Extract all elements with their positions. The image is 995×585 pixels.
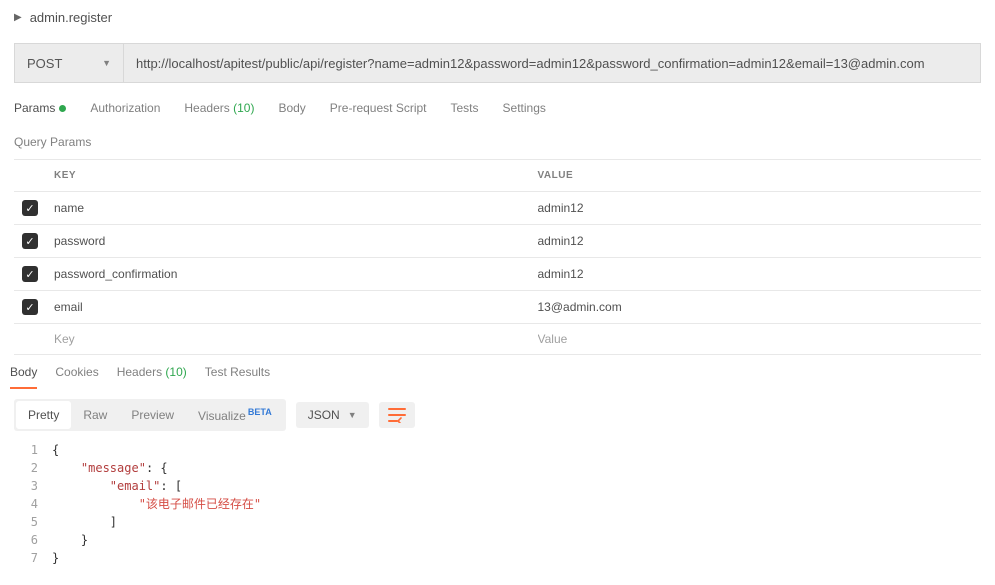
method-value: POST — [27, 56, 62, 71]
response-tabs: Body Cookies Headers (10) Test Results — [0, 355, 995, 389]
checkbox[interactable]: ✓ — [22, 233, 38, 249]
table-row: ✓ — [14, 291, 981, 324]
tab-authorization[interactable]: Authorization — [90, 101, 160, 121]
view-pretty[interactable]: Pretty — [16, 401, 71, 429]
view-preview[interactable]: Preview — [119, 401, 186, 429]
beta-badge: BETA — [248, 407, 272, 417]
params-modified-dot — [59, 105, 66, 112]
checkbox[interactable]: ✓ — [22, 266, 38, 282]
chevron-down-icon: ▼ — [102, 58, 111, 68]
tab-tests[interactable]: Tests — [451, 101, 479, 121]
line-gutter: 1234567 — [0, 441, 52, 567]
value-input-new[interactable] — [538, 332, 974, 346]
table-row: ✓ — [14, 258, 981, 291]
value-input[interactable] — [538, 234, 974, 248]
key-input-new[interactable] — [54, 332, 522, 346]
view-raw[interactable]: Raw — [71, 401, 119, 429]
url-input[interactable] — [124, 43, 981, 83]
wrap-button[interactable] — [379, 402, 415, 428]
response-source[interactable]: { "message": { "email": [ "该电子邮件已经存在" ] … — [52, 441, 981, 567]
resp-tab-headers[interactable]: Headers (10) — [117, 365, 187, 389]
table-row-new — [14, 324, 981, 355]
response-body: 1234567 { "message": { "email": [ "该电子邮件… — [0, 441, 995, 583]
view-visualize[interactable]: VisualizeBETA — [186, 401, 284, 429]
collapse-icon[interactable]: ▶ — [14, 12, 22, 23]
key-input[interactable] — [54, 267, 522, 281]
key-input[interactable] — [54, 201, 522, 215]
tab-settings[interactable]: Settings — [503, 101, 546, 121]
chevron-down-icon: ▼ — [348, 410, 357, 420]
format-select[interactable]: JSON ▼ — [296, 402, 369, 428]
method-select[interactable]: POST ▼ — [14, 43, 124, 83]
params-table: KEY VALUE ✓ ✓ ✓ ✓ — [14, 159, 981, 355]
query-params-label: Query Params — [0, 121, 995, 159]
tab-prerequest[interactable]: Pre-request Script — [330, 101, 427, 121]
view-mode-group: Pretty Raw Preview VisualizeBETA — [14, 399, 286, 431]
tab-body[interactable]: Body — [278, 101, 305, 121]
tab-headers[interactable]: Headers (10) — [184, 101, 254, 121]
table-row: ✓ — [14, 225, 981, 258]
request-name: admin.register — [30, 10, 112, 25]
value-input[interactable] — [538, 300, 974, 314]
resp-tab-tests[interactable]: Test Results — [205, 365, 270, 389]
resp-tab-body[interactable]: Body — [10, 365, 37, 389]
table-row: ✓ — [14, 192, 981, 225]
key-input[interactable] — [54, 300, 522, 314]
value-header: VALUE — [530, 160, 982, 192]
checkbox[interactable]: ✓ — [22, 200, 38, 216]
value-input[interactable] — [538, 201, 974, 215]
request-tabs: Params Authorization Headers (10) Body P… — [0, 83, 995, 121]
key-input[interactable] — [54, 234, 522, 248]
checkbox[interactable]: ✓ — [22, 299, 38, 315]
resp-tab-cookies[interactable]: Cookies — [55, 365, 98, 389]
value-input[interactable] — [538, 267, 974, 281]
tab-params[interactable]: Params — [14, 101, 66, 121]
wrap-icon — [388, 407, 406, 423]
key-header: KEY — [46, 160, 530, 192]
